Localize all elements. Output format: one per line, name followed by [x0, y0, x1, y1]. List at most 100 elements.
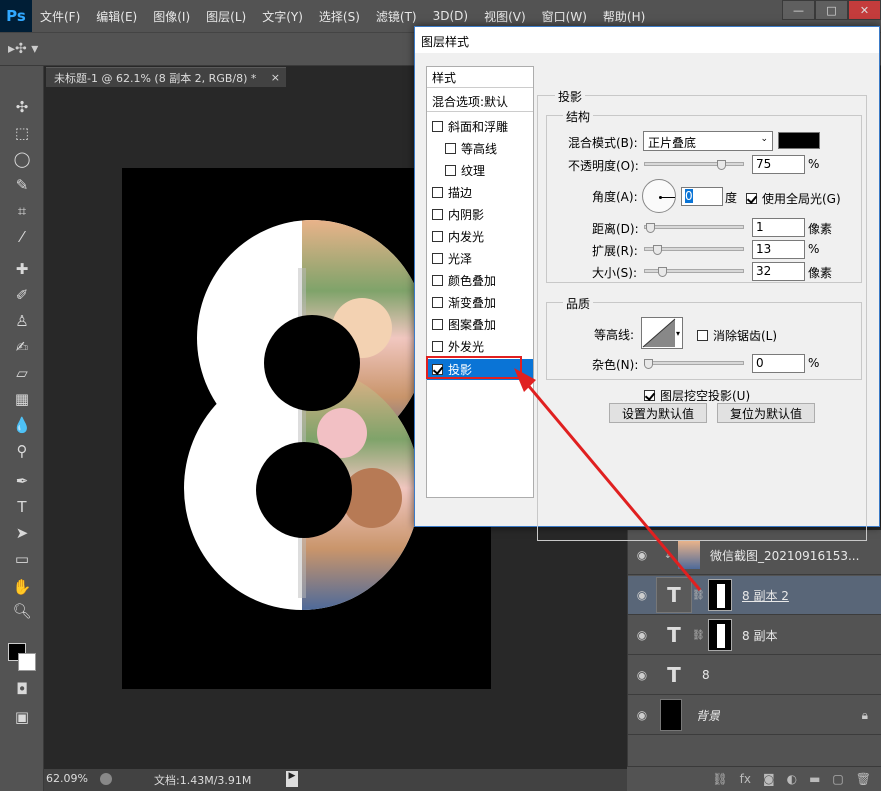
make-default-button[interactable]: 设置为默认值: [609, 403, 707, 423]
status-menu-icon[interactable]: [100, 773, 112, 785]
blur-tool-icon[interactable]: 💧: [10, 414, 34, 436]
eyedropper-tool-icon[interactable]: ⁄: [10, 226, 34, 248]
style-item-color-overlay[interactable]: 颜色叠加: [427, 270, 533, 291]
style-checkbox[interactable]: [432, 187, 443, 198]
knockout-checkbox[interactable]: 图层挖空投影(U): [644, 387, 750, 404]
dodge-tool-icon[interactable]: ⚲: [10, 440, 34, 462]
gradient-tool-icon[interactable]: ▦: [10, 388, 34, 410]
checkbox-checked[interactable]: [746, 193, 757, 204]
layer-mask-thumb[interactable]: [708, 619, 732, 651]
document-tab[interactable]: 未标题-1 @ 62.1% (8 副本 2, RGB/8) * ×: [46, 67, 286, 87]
style-item-bevel[interactable]: 斜面和浮雕: [427, 116, 533, 137]
style-item-pattern-overlay[interactable]: 图案叠加: [427, 314, 533, 335]
move-tool-icon[interactable]: ✣: [10, 96, 34, 118]
visibility-eye-icon[interactable]: ◉: [628, 548, 656, 562]
style-checkbox[interactable]: [445, 143, 456, 154]
slider-thumb[interactable]: [658, 267, 667, 277]
menu-edit[interactable]: 编辑(E): [88, 8, 145, 25]
style-item-inner-glow[interactable]: 内发光: [427, 226, 533, 247]
style-item-texture[interactable]: 纹理: [427, 160, 533, 181]
tab-close-icon[interactable]: ×: [271, 71, 280, 84]
style-checkbox[interactable]: [432, 341, 443, 352]
history-brush-icon[interactable]: ✍: [10, 336, 34, 358]
angle-input[interactable]: 0: [681, 187, 723, 206]
link-layers-icon[interactable]: ⛓: [712, 772, 727, 786]
layer-row-selected[interactable]: ◉ T ⛓ 8 副本 2: [628, 576, 881, 615]
menu-3d[interactable]: 3D(D): [425, 9, 476, 23]
status-arrow-icon[interactable]: ▶: [286, 771, 298, 787]
fx-icon[interactable]: fx: [740, 772, 751, 786]
minimize-button[interactable]: —: [782, 0, 815, 20]
reset-default-button[interactable]: 复位为默认值: [717, 403, 815, 423]
opacity-slider[interactable]: [644, 160, 744, 170]
pen-tool-icon[interactable]: ✒: [10, 470, 34, 492]
zoom-tool-icon[interactable]: 🔍︎: [10, 600, 34, 622]
marquee-tool-icon[interactable]: ⬚: [10, 122, 34, 144]
shadow-color-swatch[interactable]: [778, 132, 820, 149]
menu-image[interactable]: 图像(I): [145, 8, 198, 25]
visibility-eye-icon[interactable]: ◉: [628, 708, 656, 722]
new-layer-icon[interactable]: ▢: [832, 772, 843, 786]
screen-mode-icon[interactable]: ▣: [10, 706, 34, 728]
layer-row[interactable]: ◉ T 8: [628, 656, 881, 695]
visibility-eye-icon[interactable]: ◉: [628, 628, 656, 642]
slider-thumb[interactable]: [653, 245, 662, 255]
style-item-outer-glow[interactable]: 外发光: [427, 336, 533, 357]
delete-layer-icon[interactable]: 🗑︎: [856, 772, 871, 786]
style-list-header[interactable]: 样式: [427, 67, 533, 88]
maximize-button[interactable]: □: [815, 0, 848, 20]
crop-tool-icon[interactable]: ⌗: [10, 200, 34, 222]
style-checkbox[interactable]: [432, 209, 443, 220]
layer-row[interactable]: ◉ 背景 🔒︎: [628, 696, 881, 735]
slider-thumb[interactable]: [644, 359, 653, 369]
distance-input[interactable]: 1: [752, 218, 805, 237]
style-item-satin[interactable]: 光泽: [427, 248, 533, 269]
distance-slider[interactable]: [644, 223, 744, 233]
checkbox[interactable]: [697, 330, 708, 341]
hand-tool-icon[interactable]: ✋: [10, 576, 34, 598]
menu-help[interactable]: 帮助(H): [595, 8, 653, 25]
close-button[interactable]: ✕: [848, 0, 881, 20]
opacity-input[interactable]: 75: [752, 155, 805, 174]
style-item-contour[interactable]: 等高线: [427, 138, 533, 159]
background-color-swatch[interactable]: [18, 653, 36, 671]
style-checkbox[interactable]: [432, 253, 443, 264]
menu-filter[interactable]: 滤镜(T): [368, 8, 425, 25]
menu-select[interactable]: 选择(S): [311, 8, 368, 25]
adjustment-icon[interactable]: ◐: [787, 772, 797, 786]
checkbox-checked[interactable]: [644, 390, 655, 401]
eraser-tool-icon[interactable]: ▱: [10, 362, 34, 384]
slider-thumb[interactable]: [646, 223, 655, 233]
shape-tool-icon[interactable]: ▭: [10, 548, 34, 570]
style-checkbox[interactable]: [432, 231, 443, 242]
menu-layer[interactable]: 图层(L): [198, 8, 254, 25]
healing-tool-icon[interactable]: ✚: [10, 258, 34, 280]
slider-thumb[interactable]: [717, 160, 726, 170]
size-input[interactable]: 32: [752, 262, 805, 281]
antialias-checkbox[interactable]: 消除锯齿(L): [697, 327, 777, 344]
brush-tool-icon[interactable]: ✐: [10, 284, 34, 306]
style-checkbox[interactable]: [432, 275, 443, 286]
visibility-eye-icon[interactable]: ◉: [628, 668, 656, 682]
noise-slider[interactable]: [644, 359, 744, 369]
zoom-level[interactable]: 62.09%: [46, 772, 88, 785]
menu-file[interactable]: 文件(F): [32, 8, 88, 25]
stamp-tool-icon[interactable]: ♙: [10, 310, 34, 332]
spread-input[interactable]: 13: [752, 240, 805, 259]
new-group-icon[interactable]: ▬: [809, 772, 820, 786]
blend-mode-select[interactable]: 正片叠底 ⌄: [643, 131, 773, 151]
visibility-eye-icon[interactable]: ◉: [628, 588, 656, 602]
noise-input[interactable]: 0: [752, 354, 805, 373]
quick-mask-icon[interactable]: ◘: [10, 678, 34, 700]
path-select-tool-icon[interactable]: ➤: [10, 522, 34, 544]
blend-options-item[interactable]: 混合选项:默认: [427, 91, 533, 112]
style-item-gradient-overlay[interactable]: 渐变叠加: [427, 292, 533, 313]
style-checkbox[interactable]: [432, 297, 443, 308]
spread-slider[interactable]: [644, 245, 744, 255]
menu-window[interactable]: 窗口(W): [534, 8, 595, 25]
size-slider[interactable]: [644, 267, 744, 277]
style-checkbox[interactable]: [432, 121, 443, 132]
lasso-tool-icon[interactable]: ◯: [10, 148, 34, 170]
style-item-stroke[interactable]: 描边: [427, 182, 533, 203]
global-light-checkbox[interactable]: 使用全局光(G): [746, 190, 841, 207]
